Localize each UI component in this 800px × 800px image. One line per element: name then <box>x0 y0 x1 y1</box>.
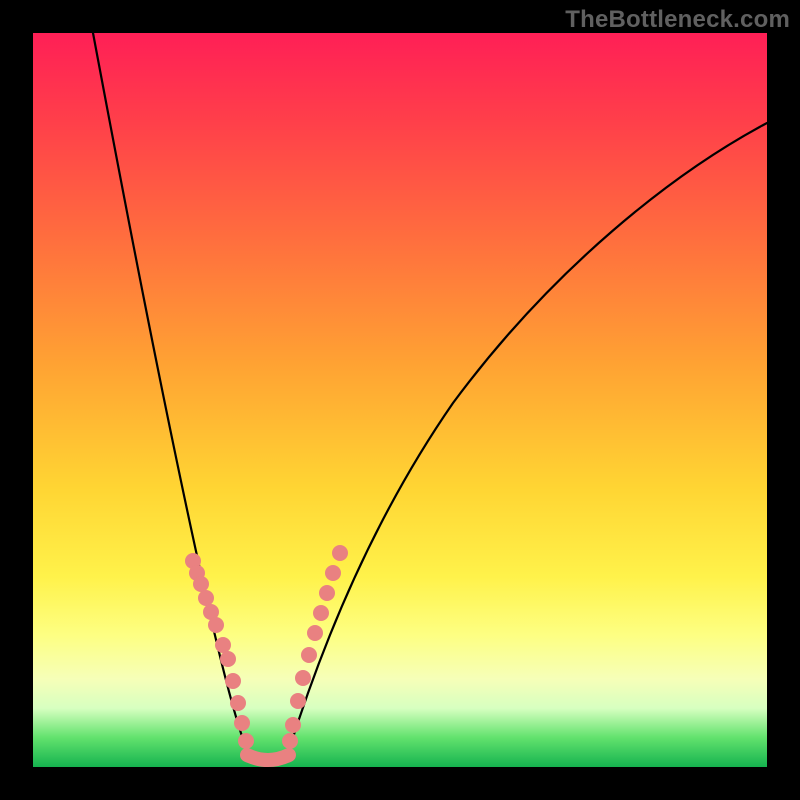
chart-stage: TheBottleneck.com <box>0 0 800 800</box>
accent-valley-highlight <box>247 755 289 760</box>
watermark-text: TheBottleneck.com <box>565 6 790 34</box>
curve-right <box>288 123 767 753</box>
plot-area <box>33 33 767 767</box>
accent-dots-right <box>282 545 348 749</box>
plot-svg <box>33 33 767 767</box>
accent-dots-left <box>185 553 254 749</box>
